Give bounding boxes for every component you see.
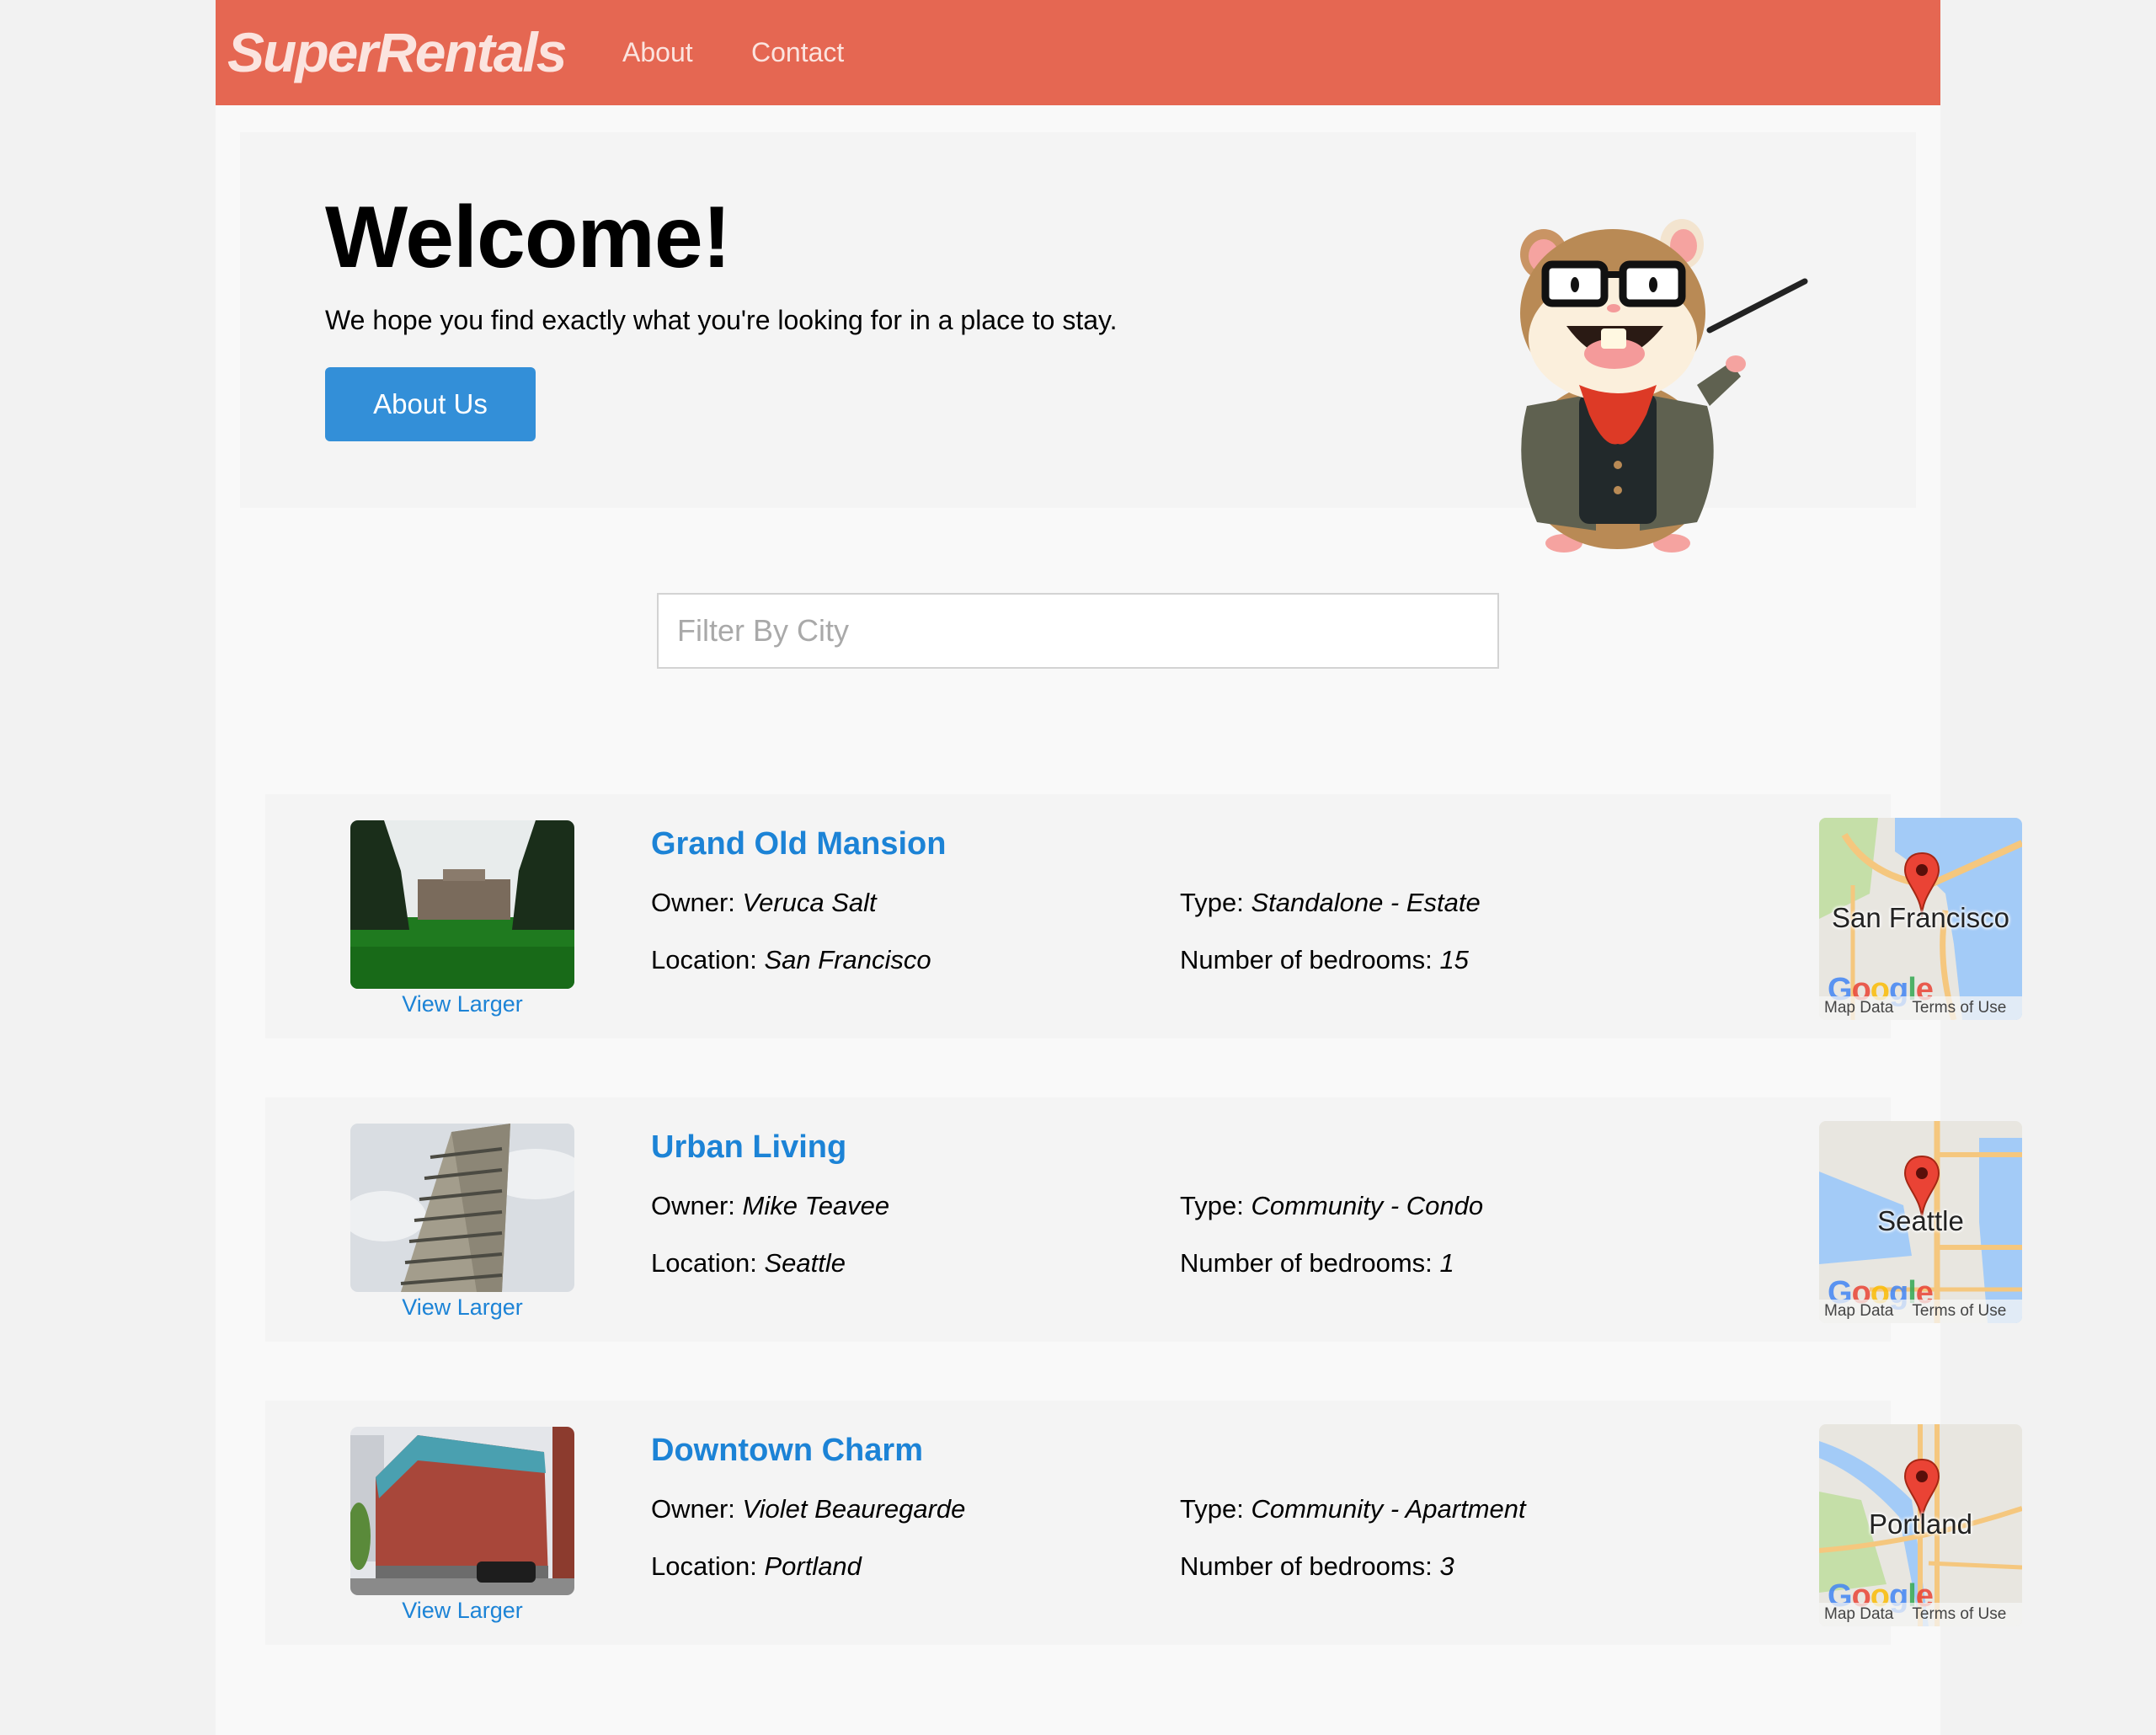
owner-value: Violet Beauregarde (742, 1494, 966, 1524)
map-city-label: Seattle (1877, 1205, 1964, 1236)
nav-contact-link[interactable]: Contact (751, 37, 844, 68)
terms-of-use-link[interactable]: Terms of Use (1912, 1302, 2006, 1321)
map-data-link[interactable]: Map Data (1824, 1605, 1893, 1624)
rental-type: Type: Community - Condo (1180, 1191, 1483, 1221)
nav-about-link[interactable]: About (622, 37, 693, 68)
view-larger-link[interactable]: View Larger (350, 1598, 574, 1624)
map-footer: Map Data Terms of Use (1819, 1603, 2022, 1626)
rental-photo[interactable] (350, 820, 574, 989)
rental-owner: Owner: Mike Teavee (651, 1191, 889, 1221)
rental-bedrooms: Number of bedrooms: 15 (1180, 945, 1469, 975)
map-data-link[interactable]: Map Data (1824, 1302, 1893, 1321)
bedrooms-label: Number of bedrooms: (1180, 1248, 1433, 1278)
rental-owner: Owner: Veruca Salt (651, 888, 877, 918)
location-value: San Francisco (764, 945, 931, 974)
type-label: Type: (1180, 1191, 1244, 1220)
owner-value: Mike Teavee (742, 1191, 890, 1220)
rental-title-link[interactable]: Urban Living (651, 1129, 846, 1166)
rental-title-link[interactable]: Grand Old Mansion (651, 826, 946, 862)
rental-type: Type: Community - Apartment (1180, 1494, 1526, 1524)
type-value: Standalone - Estate (1251, 888, 1481, 917)
rental-listing: View Larger Downtown Charm Owner: Violet… (265, 1401, 2022, 1645)
map-footer: Map Data Terms of Use (1819, 1300, 2022, 1323)
rental-location: Location: San Francisco (651, 945, 931, 975)
page-container: SuperRentals About Contact Welcome! We h… (216, 0, 2022, 1735)
terms-of-use-link[interactable]: Terms of Use (1912, 999, 2006, 1017)
location-value: Seattle (764, 1248, 846, 1278)
rental-location: Location: Portland (651, 1551, 862, 1582)
rental-location: Location: Seattle (651, 1248, 846, 1279)
location-label: Location: (651, 1551, 757, 1581)
map-footer: Map Data Terms of Use (1819, 996, 2022, 1020)
map-city-label: San Francisco (1832, 902, 2009, 933)
terms-of-use-link[interactable]: Terms of Use (1912, 1605, 2006, 1624)
owner-label: Owner: (651, 1494, 735, 1524)
location-label: Location: (651, 945, 757, 974)
filter-by-city-input[interactable] (657, 593, 1499, 669)
type-value: Community - Condo (1251, 1191, 1484, 1220)
map-data-link[interactable]: Map Data (1824, 999, 1893, 1017)
rental-photo[interactable] (350, 1124, 574, 1292)
rental-bedrooms: Number of bedrooms: 1 (1180, 1248, 1454, 1279)
condo-tower-photo-image (350, 1124, 574, 1292)
type-label: Type: (1180, 888, 1244, 917)
type-value: Community - Apartment (1251, 1494, 1526, 1524)
location-map[interactable]: Portland Google Map Data Terms of Use (1819, 1424, 2022, 1626)
rental-listing: View Larger Grand Old Mansion Owner: Ver… (265, 794, 2022, 1038)
rental-bedrooms: Number of bedrooms: 3 (1180, 1551, 1454, 1582)
welcome-jumbotron: Welcome! We hope you find exactly what y… (240, 132, 1916, 553)
welcome-subtitle: We hope you find exactly what you're loo… (325, 305, 1118, 335)
location-label: Location: (651, 1248, 757, 1278)
bedrooms-value: 3 (1439, 1551, 1454, 1581)
rental-type: Type: Standalone - Estate (1180, 888, 1481, 918)
owner-label: Owner: (651, 1191, 735, 1220)
bedrooms-value: 15 (1439, 945, 1469, 974)
rental-photo[interactable] (350, 1427, 574, 1595)
view-larger-link[interactable]: View Larger (350, 991, 574, 1017)
location-value: Portland (764, 1551, 862, 1581)
bedrooms-label: Number of bedrooms: (1180, 945, 1433, 974)
rental-listing: View Larger Urban Living Owner: Mike Tea… (265, 1097, 2022, 1342)
top-nav: SuperRentals About Contact (216, 0, 1940, 105)
mansion-photo-image (350, 820, 574, 989)
rental-owner: Owner: Violet Beauregarde (651, 1494, 965, 1524)
about-us-button[interactable]: About Us (325, 367, 536, 441)
logo-link[interactable]: SuperRentals (227, 20, 567, 84)
type-label: Type: (1180, 1494, 1244, 1524)
welcome-heading: Welcome! (325, 189, 731, 286)
apartment-building-photo-image (350, 1427, 574, 1595)
bedrooms-value: 1 (1439, 1248, 1454, 1278)
bedrooms-label: Number of bedrooms: (1180, 1551, 1433, 1581)
tomster-mascot-image (1520, 219, 1808, 553)
owner-label: Owner: (651, 888, 735, 917)
owner-value: Veruca Salt (742, 888, 877, 917)
location-map[interactable]: San Francisco Google Map Data Terms of U… (1819, 818, 2022, 1020)
map-city-label: Portland (1869, 1508, 1972, 1540)
view-larger-link[interactable]: View Larger (350, 1295, 574, 1321)
location-map[interactable]: Seattle Google Map Data Terms of Use (1819, 1121, 2022, 1323)
rental-title-link[interactable]: Downtown Charm (651, 1433, 923, 1469)
